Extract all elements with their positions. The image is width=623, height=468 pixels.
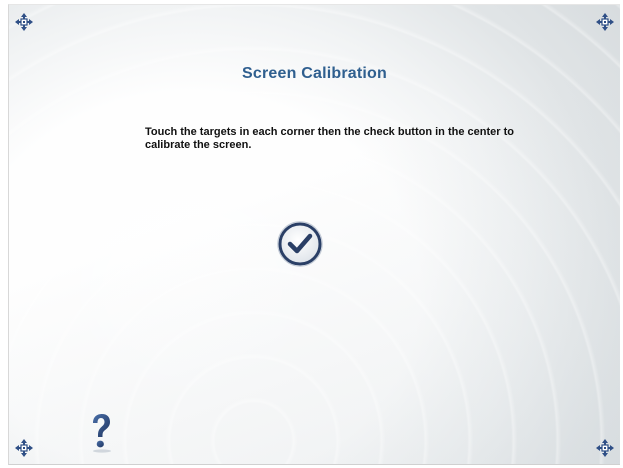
instructions-text: Touch the targets in each corner then th… <box>145 126 514 151</box>
check-circle-icon <box>277 221 323 267</box>
calibration-target-icon <box>15 439 33 457</box>
calibration-target-top-left[interactable] <box>15 13 33 31</box>
calibration-target-icon <box>596 13 614 31</box>
calibration-target-icon <box>15 13 33 31</box>
calibration-target-icon <box>596 439 614 457</box>
calibration-target-bottom-right[interactable] <box>596 439 614 457</box>
calibration-screen: Screen Calibration Touch the targets in … <box>8 4 620 465</box>
help-button[interactable] <box>89 413 113 453</box>
calibration-target-top-right[interactable] <box>596 13 614 31</box>
page-title: Screen Calibration <box>242 65 387 82</box>
question-mark-icon <box>93 414 111 453</box>
calibration-target-bottom-left[interactable] <box>15 439 33 457</box>
check-button[interactable] <box>276 220 324 268</box>
